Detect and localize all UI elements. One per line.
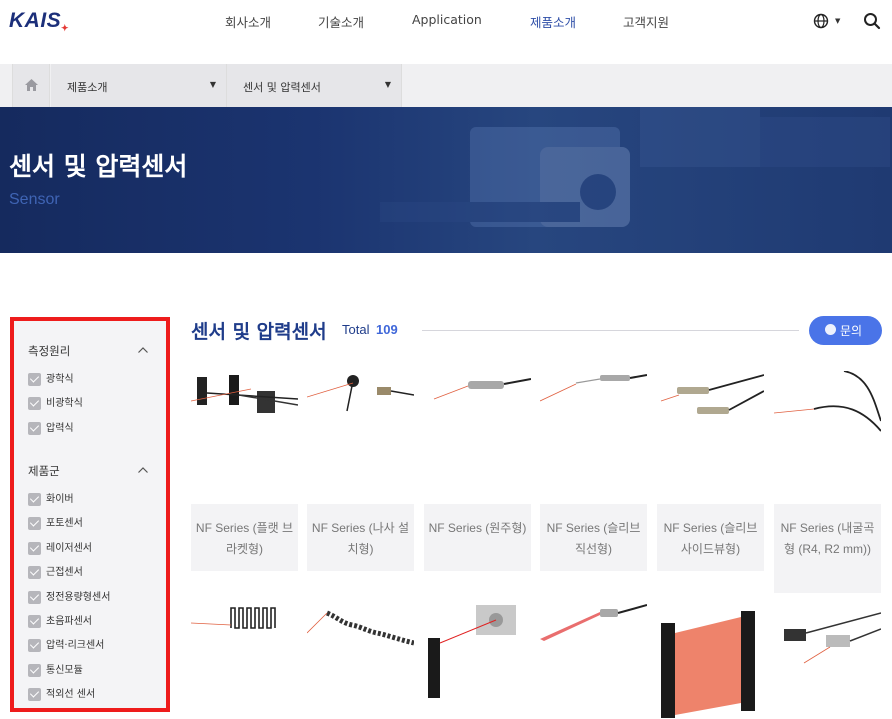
inquiry-button[interactable]: 문의 [809, 316, 882, 345]
checkbox[interactable] [28, 639, 41, 652]
product-image [774, 371, 881, 504]
logo-spark-icon: ✦ [61, 23, 70, 33]
logo[interactable]: KAIS ✦ [9, 9, 69, 33]
product-card[interactable]: NF Series (슬리브 직선형) [540, 371, 647, 571]
checkbox[interactable] [28, 517, 41, 530]
checkbox[interactable] [28, 664, 41, 677]
checkbox[interactable] [28, 591, 41, 604]
filter-group-title[interactable]: 측정원리 [28, 343, 70, 359]
product-image [424, 371, 531, 504]
chat-bubble-icon [825, 324, 836, 335]
product-image [784, 612, 881, 664]
page-banner: 센서 및 압력센서 Sensor [0, 107, 892, 253]
product-image [307, 610, 414, 646]
divider [422, 330, 799, 331]
language-caret-icon[interactable]: ▼ [835, 17, 840, 25]
product-image [428, 605, 516, 698]
total-label: Total [342, 322, 370, 337]
site-header: KAIS ✦ 회사소개 기술소개 Application 제품소개 고객지원 ▼ [0, 0, 892, 64]
banner-title: 센서 및 압력센서 [9, 152, 188, 181]
product-image [191, 371, 298, 504]
banner-subtitle: Sensor [9, 191, 60, 208]
chevron-up-icon[interactable] [138, 467, 148, 473]
dropdown-arrow-icon: ▼ [384, 80, 391, 89]
nav-technology[interactable]: 기술소개 [318, 12, 364, 31]
filter-sidebar: 측정원리 광학식 비광학식 압력식 제품군 화이버 포토센서 레이저센서 근접센… [10, 317, 170, 712]
product-card[interactable] [657, 603, 764, 719]
product-image [307, 371, 414, 504]
search-icon[interactable] [863, 12, 881, 30]
product-card[interactable] [191, 603, 298, 719]
nav-products[interactable]: 제품소개 [530, 12, 576, 31]
checkbox[interactable] [28, 397, 41, 410]
total-count: 109 [376, 322, 398, 337]
product-card[interactable]: NF Series (나사 설치형) [307, 371, 414, 571]
filter-group-title[interactable]: 제품군 [28, 463, 60, 479]
product-name: NF Series (슬리브 직선형) [546, 521, 641, 556]
globe-icon[interactable] [813, 13, 829, 29]
product-card[interactable] [424, 603, 531, 719]
product-image [540, 604, 647, 641]
product-card[interactable] [774, 603, 881, 719]
checkbox[interactable] [28, 373, 41, 386]
section-title: 센서 및 압력센서 [191, 321, 327, 343]
chevron-up-icon[interactable] [138, 347, 148, 353]
checkbox[interactable] [28, 493, 41, 506]
product-image [657, 371, 764, 504]
product-image [661, 611, 755, 718]
product-name: NF Series (원주형) [428, 521, 527, 535]
home-icon [25, 79, 38, 91]
nav-application[interactable]: Application [412, 12, 482, 27]
product-card[interactable]: NF Series (내굴곡형 (R4, R2 mm)) [774, 371, 881, 593]
product-card[interactable]: NF Series (슬리브 사이드뷰형) [657, 371, 764, 571]
product-image [191, 607, 276, 629]
checkbox[interactable] [28, 566, 41, 579]
product-card[interactable]: NF Series (원주형) [424, 371, 531, 571]
checkbox[interactable] [28, 615, 41, 628]
breadcrumb-select-label: 센서 및 압력센서 [243, 81, 321, 94]
product-card[interactable] [307, 603, 414, 719]
breadcrumb-home[interactable] [12, 64, 50, 107]
breadcrumb-select-category[interactable]: 제품소개 ▼ [51, 64, 227, 107]
breadcrumb-select-label: 제품소개 [67, 81, 108, 94]
breadcrumb-select-subcategory[interactable]: 센서 및 압력센서 ▼ [227, 64, 402, 107]
product-card[interactable]: NF Series (플랫 브라켓형) [191, 371, 298, 571]
checkbox[interactable] [28, 422, 41, 435]
checkbox[interactable] [28, 542, 41, 555]
product-name: NF Series (슬리브 사이드뷰형) [663, 521, 758, 556]
checkbox[interactable] [28, 688, 41, 701]
product-card[interactable] [540, 603, 647, 719]
product-name: NF Series (플랫 브라켓형) [195, 521, 294, 556]
nav-company[interactable]: 회사소개 [225, 12, 271, 31]
dropdown-arrow-icon: ▼ [209, 80, 216, 89]
product-image [540, 371, 647, 504]
product-name: NF Series (내굴곡형 (R4, R2 mm)) [780, 521, 875, 556]
nav-support[interactable]: 고객지원 [623, 12, 669, 31]
product-name: NF Series (나사 설치형) [311, 521, 410, 556]
